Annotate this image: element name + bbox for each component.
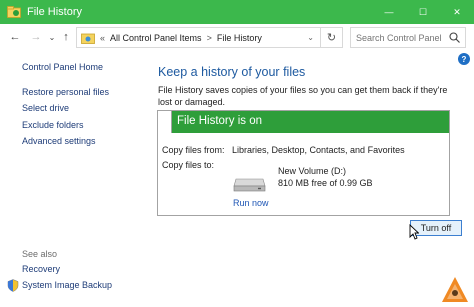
see-also-recovery-link[interactable]: Recovery — [22, 264, 60, 274]
see-also-heading: See also — [22, 249, 58, 259]
sidebar-item-control-panel-home[interactable]: Control Panel Home — [22, 62, 103, 72]
help-button[interactable]: ? — [458, 53, 470, 65]
page-description: File History saves copies of your files … — [158, 85, 448, 107]
title-bar: File History — ☐ ✕ — [0, 0, 474, 24]
sidebar-item-restore-personal-files[interactable]: Restore personal files — [22, 87, 109, 97]
watermark-logo-icon — [442, 277, 468, 302]
sidebar-item-advanced-settings[interactable]: Advanced settings — [22, 136, 96, 146]
address-box[interactable]: « All Control Panel Items > File History… — [76, 27, 343, 48]
back-button[interactable]: ← — [8, 29, 22, 45]
mouse-cursor-icon — [409, 224, 419, 240]
see-also-system-image-backup-link[interactable]: System Image Backup — [22, 280, 112, 290]
sidebar-item-exclude-folders[interactable]: Exclude folders — [22, 120, 84, 130]
control-panel-icon — [81, 33, 95, 44]
forward-button[interactable]: → — [29, 29, 43, 45]
recent-locations-button[interactable]: ⌄ — [45, 29, 59, 45]
search-box[interactable] — [350, 27, 466, 48]
breadcrumb-file-history[interactable]: File History — [217, 33, 262, 43]
refresh-button[interactable]: ↻ — [320, 27, 342, 48]
up-button[interactable]: ↑ — [59, 29, 73, 45]
file-history-icon — [7, 6, 21, 18]
status-title: File History is on — [177, 115, 262, 127]
status-panel: File History is on Copy files from: Libr… — [157, 110, 450, 216]
shield-icon — [7, 279, 19, 292]
breadcrumb-all-control-panel-items[interactable]: All Control Panel Items — [110, 33, 202, 43]
drive-icon — [233, 178, 266, 192]
sidebar-item-select-drive[interactable]: Select drive — [22, 103, 69, 113]
window-title: File History — [27, 6, 83, 18]
sidebar: Control Panel Home Restore personal file… — [0, 51, 140, 307]
status-header: File History is on — [158, 111, 449, 133]
copy-to-label: Copy files to: — [162, 160, 215, 170]
drive-name: New Volume (D:) — [278, 166, 347, 176]
overflow-chevron[interactable]: « — [100, 33, 105, 43]
drive-free-space: 810 MB free of 0.99 GB — [278, 178, 373, 188]
status-indicator — [158, 111, 172, 133]
page-title: Keep a history of your files — [158, 65, 306, 79]
minimize-button[interactable]: — — [372, 0, 406, 24]
copy-from-value: Libraries, Desktop, Contacts, and Favori… — [232, 145, 405, 155]
address-dropdown-button[interactable]: ⌄ — [307, 33, 314, 42]
copy-from-label: Copy files from: — [162, 145, 225, 155]
close-button[interactable]: ✕ — [440, 0, 474, 24]
maximize-button[interactable]: ☐ — [406, 0, 440, 24]
breadcrumb-separator[interactable]: > — [207, 33, 212, 43]
run-now-link[interactable]: Run now — [233, 198, 269, 208]
search-input[interactable] — [356, 32, 446, 43]
search-icon[interactable] — [449, 32, 460, 43]
